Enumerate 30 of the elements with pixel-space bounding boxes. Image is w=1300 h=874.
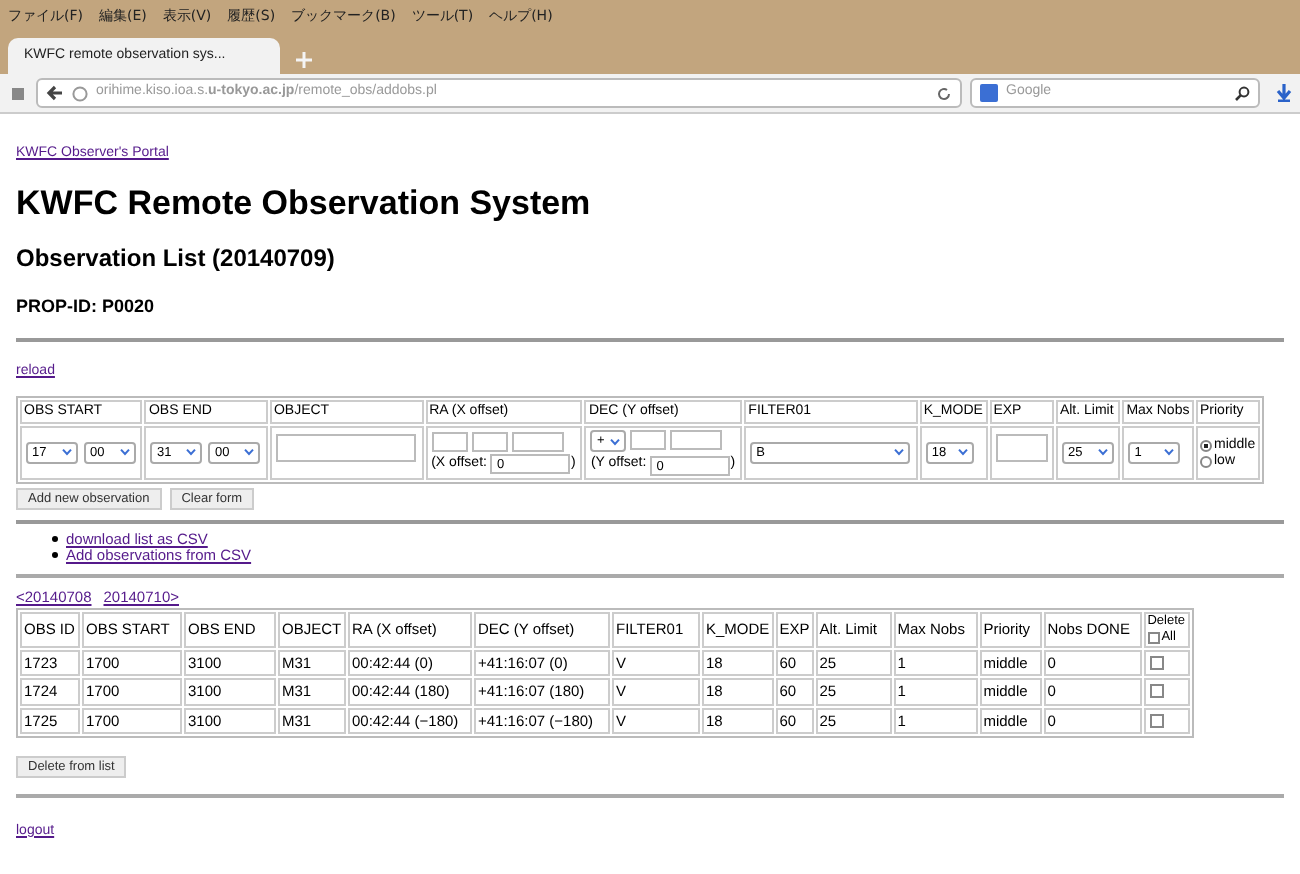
caret-icon — [1164, 448, 1175, 457]
bullet-icon — [52, 552, 58, 559]
object-field[interactable] — [275, 434, 416, 463]
page-subtitle: Observation List (20140709) — [16, 241, 337, 276]
delete-checkbox[interactable] — [1149, 684, 1164, 699]
caret-icon — [244, 448, 255, 457]
prop-id: PROP-ID: P0020 — [16, 293, 157, 320]
back-icon[interactable] — [46, 84, 64, 102]
caret-icon — [610, 437, 621, 446]
caret-icon — [1097, 448, 1108, 457]
caret-icon — [957, 448, 968, 457]
caret-icon — [186, 448, 197, 457]
input-field[interactable] — [630, 430, 667, 451]
page-title: KWFC Remote Observation System — [16, 181, 593, 224]
bullet-icon — [52, 536, 58, 543]
input-field[interactable] — [670, 430, 723, 451]
reload-icon[interactable] — [936, 85, 952, 101]
delete-checkbox[interactable] — [1149, 713, 1164, 728]
download-icon[interactable] — [1276, 84, 1292, 102]
search-icon[interactable] — [1234, 85, 1250, 101]
exp-field[interactable] — [995, 434, 1048, 463]
globe-icon — [72, 85, 88, 101]
caret-icon — [120, 448, 130, 457]
caret-icon — [894, 448, 905, 457]
input-field[interactable] — [471, 431, 508, 452]
input-field[interactable] — [511, 431, 564, 452]
delete-checkbox[interactable] — [1149, 656, 1164, 671]
plus-icon[interactable] — [296, 52, 312, 68]
caret-icon — [62, 448, 72, 457]
input-field[interactable] — [431, 431, 468, 452]
